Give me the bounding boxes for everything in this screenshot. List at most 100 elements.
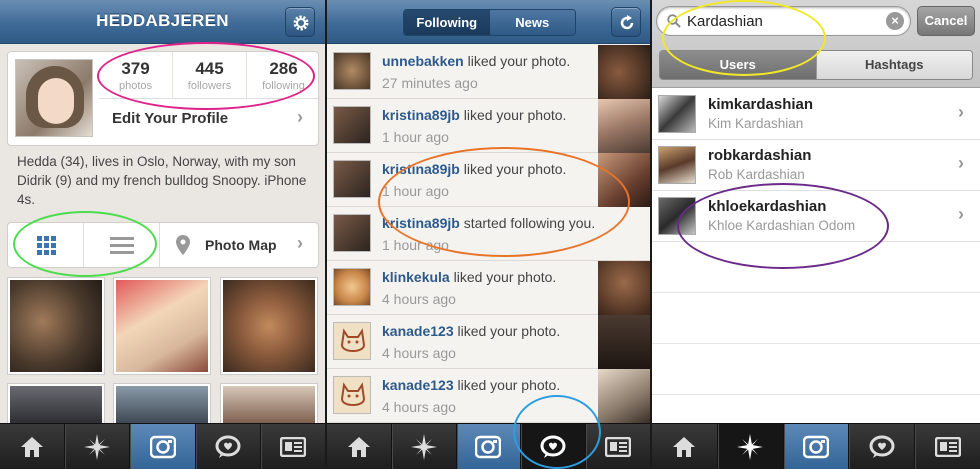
explore-icon <box>410 433 437 460</box>
news-username[interactable]: kristina89jb <box>382 161 460 177</box>
clear-icon[interactable]: × <box>886 12 904 30</box>
tab-camera[interactable] <box>129 424 195 469</box>
stat-label: following <box>262 80 305 92</box>
tab-camera[interactable] <box>455 424 521 469</box>
tab-home[interactable] <box>327 424 391 469</box>
profile-navbar: HEDDABJEREN <box>0 0 325 44</box>
map-pin-icon <box>176 235 190 255</box>
news-time: 1 hour ago <box>382 237 449 253</box>
tab-users[interactable]: Users <box>660 51 816 79</box>
search-result[interactable]: robkardashian Rob Kardashian › <box>652 140 980 191</box>
tab-news[interactable] <box>194 424 260 469</box>
photo-thumbnail[interactable] <box>7 277 105 375</box>
stat-value: 379 <box>121 59 150 78</box>
news-username[interactable]: unnebakken <box>382 53 464 69</box>
news-time: 4 hours ago <box>382 291 456 307</box>
tab-explore[interactable] <box>64 424 129 469</box>
grid-view-button[interactable] <box>8 223 84 267</box>
tab-explore[interactable] <box>390 424 456 469</box>
news-item[interactable]: unnebakken liked your photo. 27 minutes … <box>327 45 650 99</box>
liked-photo[interactable] <box>598 315 650 369</box>
news-username[interactable]: kanade123 <box>382 323 454 339</box>
search-result[interactable]: kimkardashian Kim Kardashian › <box>652 89 980 140</box>
tab-camera[interactable] <box>782 424 849 469</box>
news-item[interactable]: kanade123 liked your photo. 4 hours ago <box>327 369 650 423</box>
news-text: kanade123 liked your photo. <box>382 323 560 339</box>
tab-home[interactable] <box>0 424 64 469</box>
news-item[interactable]: kanade123 liked your photo. 4 hours ago <box>327 315 650 369</box>
news-action: liked your photo. <box>459 107 567 123</box>
tab-profile[interactable] <box>914 424 980 469</box>
user-avatar <box>658 197 696 235</box>
tab-hashtags[interactable]: Hashtags <box>815 51 972 79</box>
profile-view-toolbar: Photo Map › <box>7 222 319 268</box>
tab-following[interactable]: Following <box>404 10 490 35</box>
search-field[interactable]: × <box>656 6 911 36</box>
result-full-name: Kim Kardashian <box>708 116 804 131</box>
user-avatar[interactable] <box>333 106 371 144</box>
news-time: 27 minutes ago <box>382 75 478 91</box>
news-item[interactable]: klinkekula liked your photo. 4 hours ago <box>327 261 650 315</box>
tab-news[interactable] <box>848 424 914 469</box>
refresh-button[interactable] <box>611 7 641 37</box>
liked-photo[interactable] <box>598 153 650 207</box>
photo-map-button[interactable]: Photo Map <box>205 237 277 253</box>
list-view-button[interactable] <box>84 223 160 267</box>
photo-thumbnail[interactable] <box>7 383 105 428</box>
news-text: kristina89jb liked your photo. <box>382 161 566 177</box>
stat-photos[interactable]: 379 photos <box>99 52 172 98</box>
search-results: kimkardashian Kim Kardashian › robkardas… <box>652 89 980 446</box>
news-item[interactable]: kristina89jb started following you. 1 ho… <box>327 207 650 261</box>
dog-cartoon-icon <box>340 382 366 406</box>
user-avatar[interactable] <box>333 214 371 252</box>
liked-photo[interactable] <box>598 261 650 315</box>
liked-photo[interactable] <box>598 45 650 99</box>
tab-profile[interactable] <box>259 424 325 469</box>
cancel-button[interactable]: Cancel <box>917 6 975 36</box>
tab-home[interactable] <box>652 424 717 469</box>
user-avatar[interactable] <box>333 376 371 414</box>
news-action: liked your photo. <box>453 377 561 393</box>
news-text: unnebakken liked your photo. <box>382 53 570 69</box>
user-avatar[interactable] <box>333 322 371 360</box>
photo-thumbnail[interactable] <box>220 277 318 375</box>
chevron-right-icon: › <box>958 153 964 173</box>
tab-profile[interactable] <box>585 424 650 469</box>
profile-icon <box>934 436 961 457</box>
news-action: liked your photo. <box>459 161 567 177</box>
tab-explore[interactable] <box>716 424 783 469</box>
news-username[interactable]: klinkekula <box>382 269 450 285</box>
settings-button[interactable] <box>285 7 315 37</box>
stat-followers[interactable]: 445 followers <box>172 52 246 98</box>
tab-news[interactable]: News <box>489 10 575 35</box>
news-username[interactable]: kristina89jb <box>382 107 460 123</box>
search-screen: × Cancel Users Hashtags kimkardashian Ki… <box>652 0 980 469</box>
liked-photo[interactable] <box>598 99 650 153</box>
explore-icon <box>84 433 111 460</box>
news-time: 1 hour ago <box>382 129 449 145</box>
tab-news[interactable] <box>520 424 586 469</box>
camera-icon <box>802 435 829 458</box>
photo-thumbnail[interactable] <box>220 383 318 428</box>
home-icon <box>21 436 44 457</box>
search-result[interactable]: khloekardashian Khloe Kardashian Odom › <box>652 191 980 242</box>
news-username[interactable]: kristina89jb <box>382 215 460 231</box>
photo-thumbnail[interactable] <box>113 383 211 428</box>
liked-photo[interactable] <box>598 369 650 423</box>
user-avatar[interactable] <box>333 160 371 198</box>
news-navbar: Following News <box>327 0 650 44</box>
refresh-icon <box>620 15 634 30</box>
stat-following[interactable]: 286 following <box>246 52 320 98</box>
edit-profile-button[interactable]: Edit Your Profile <box>112 110 228 127</box>
news-item[interactable]: kristina89jb liked your photo. 1 hour ag… <box>327 153 650 207</box>
news-item[interactable]: kristina89jb liked your photo. 1 hour ag… <box>327 99 650 153</box>
stat-label: photos <box>118 80 153 92</box>
search-input[interactable] <box>687 11 877 31</box>
news-username[interactable]: kanade123 <box>382 377 454 393</box>
user-avatar[interactable] <box>333 268 371 306</box>
user-avatar[interactable] <box>333 52 371 90</box>
result-username: robkardashian <box>708 147 812 164</box>
news-time: 4 hours ago <box>382 399 456 415</box>
chevron-right-icon: › <box>297 233 303 253</box>
photo-thumbnail[interactable] <box>113 277 211 375</box>
